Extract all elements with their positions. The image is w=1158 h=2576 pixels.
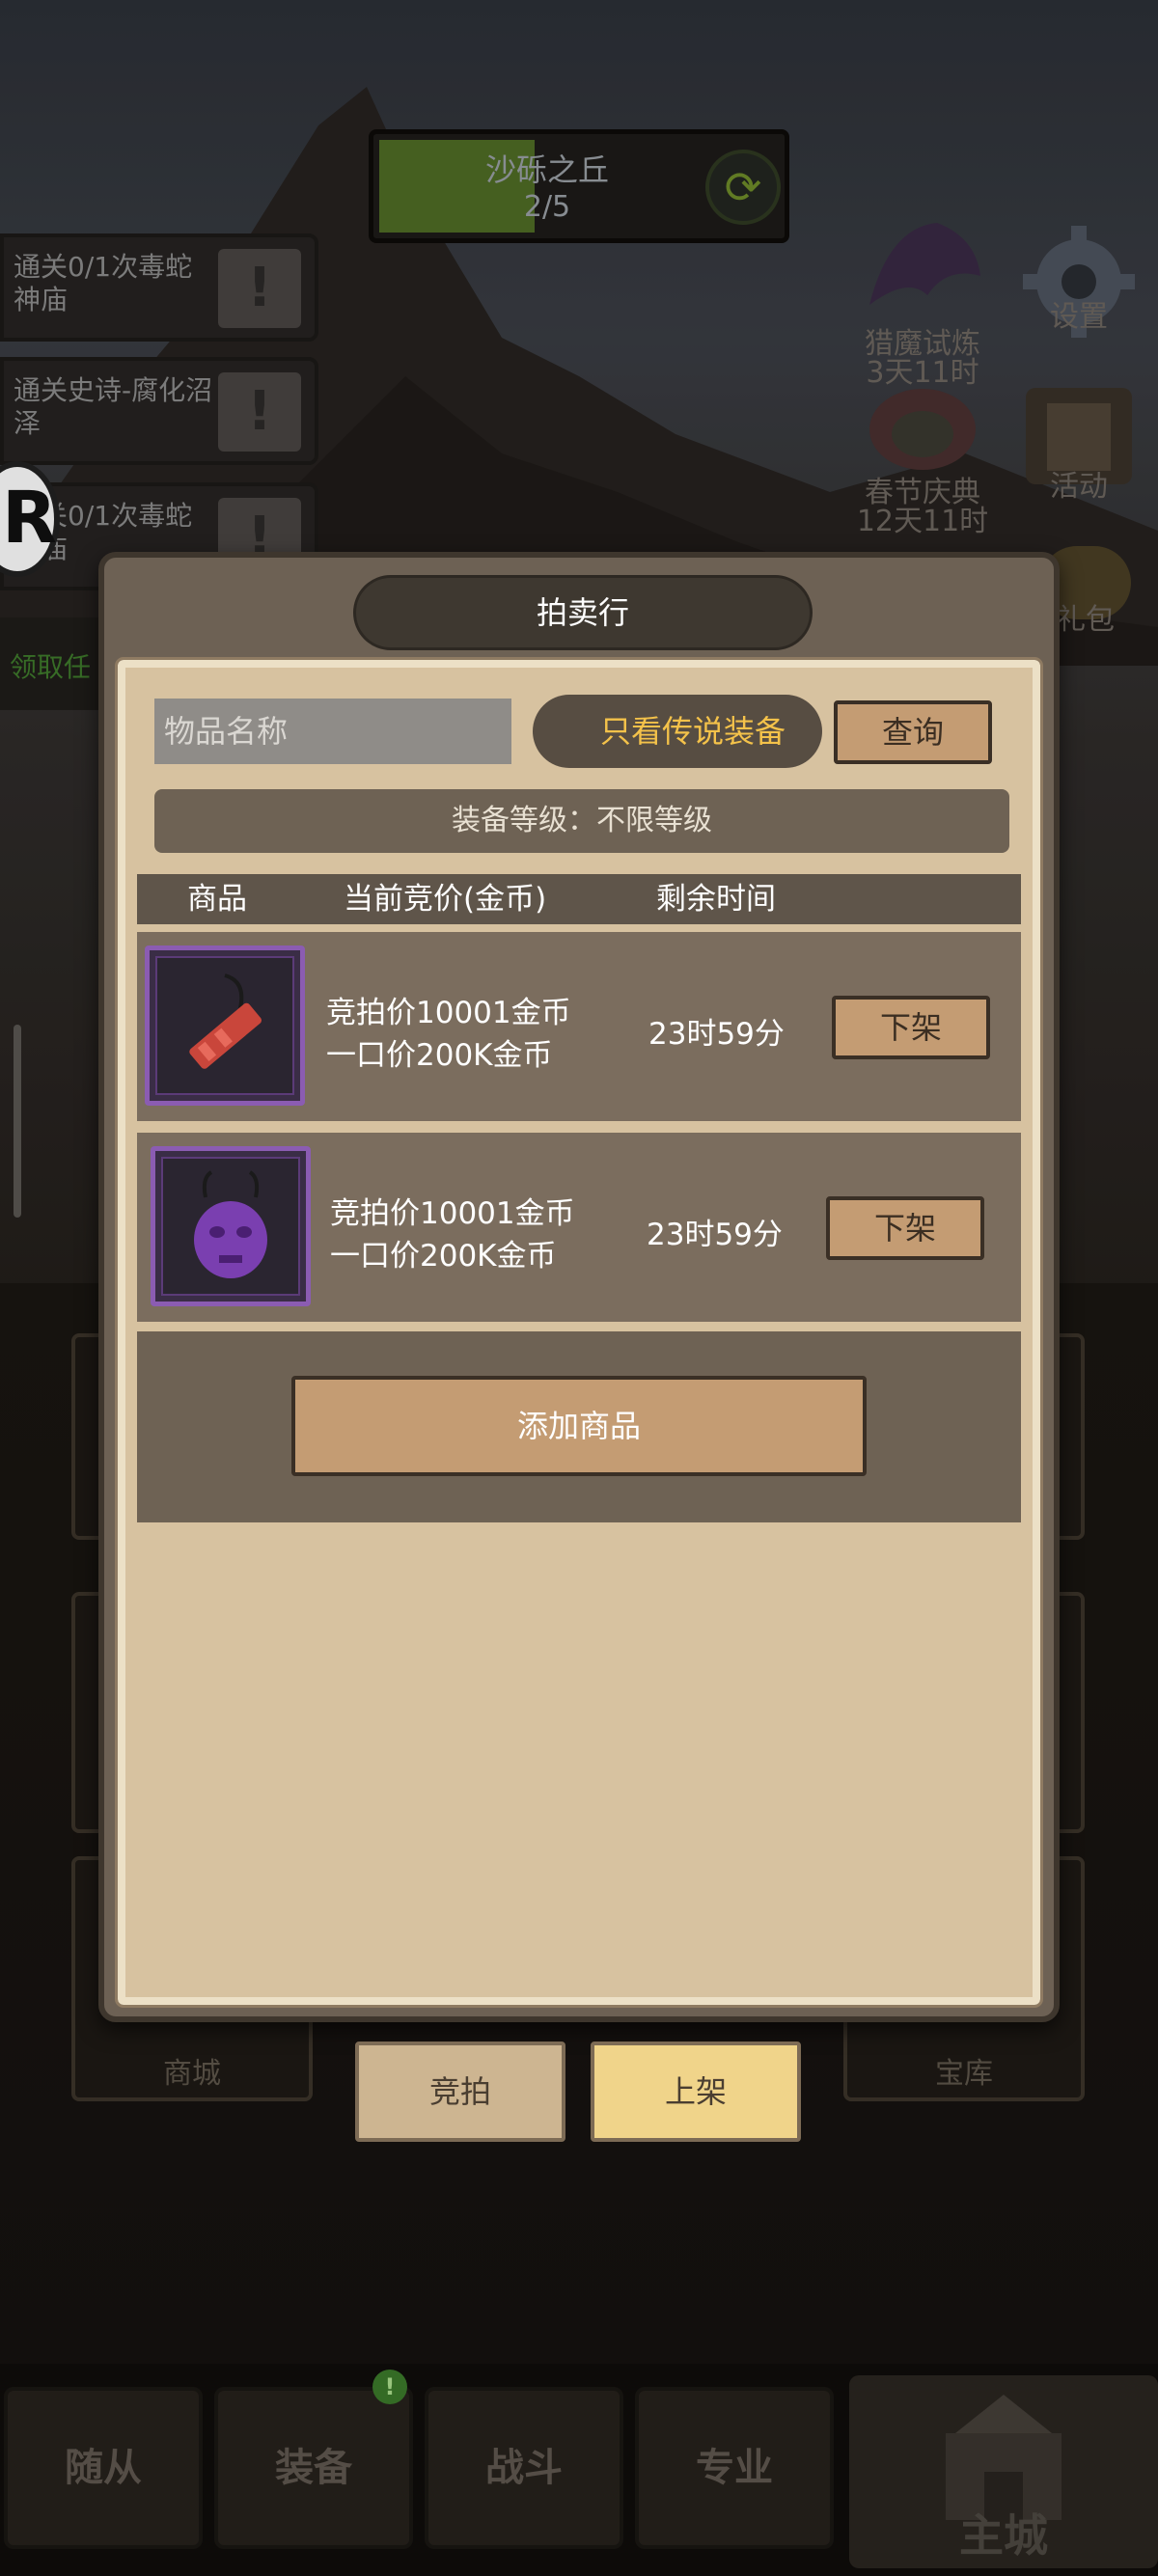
buyout-price: 一口价200K金币 (330, 1239, 557, 1274)
auction-dialog: 拍卖行 只看传说装备 查询 装备等级：不限等级 商品 当前竞价(金币) 剩余时间 (98, 552, 1060, 2022)
item-slot[interactable] (151, 1146, 311, 1306)
header-item: 商品 (187, 882, 247, 917)
equipment-level-filter[interactable]: 装备等级：不限等级 (154, 789, 1009, 853)
delist-button[interactable]: 下架 (826, 1196, 984, 1260)
purple-mask-icon (194, 1170, 267, 1278)
legendary-only-toggle[interactable]: 只看传说装备 (533, 695, 822, 768)
table-row: 竞拍价10001金币 一口价200K金币 23时59分 下架 (137, 1133, 1021, 1322)
add-item-button[interactable]: 添加商品 (291, 1376, 867, 1476)
dialog-title-bar: 拍卖行 (353, 575, 813, 650)
dialog-title: 拍卖行 (536, 594, 629, 631)
remaining-time: 23时59分 (647, 1218, 783, 1252)
table-row: 竞拍价10001金币 一口价200K金币 23时59分 下架 (137, 932, 1021, 1121)
red-whistle-icon (189, 973, 262, 1069)
item-slot[interactable] (145, 945, 305, 1106)
legendary-only-label: 只看传说装备 (600, 713, 786, 750)
item-slot-inner (161, 1157, 300, 1296)
add-item-area: 添加商品 (137, 1331, 1021, 1522)
dialog-content: 只看传说装备 查询 装备等级：不限等级 商品 当前竞价(金币) 剩余时间 (115, 657, 1043, 2008)
query-button[interactable]: 查询 (834, 700, 992, 764)
bid-price: 竞拍价10001金币 (330, 1196, 575, 1231)
table-header: 商品 当前竞价(金币) 剩余时间 (137, 874, 1021, 924)
remaining-time: 23时59分 (648, 1017, 785, 1052)
tab-listing[interactable]: 上架 (591, 2042, 801, 2142)
header-current-bid: 当前竞价(金币) (344, 882, 547, 917)
item-name-search-input[interactable] (154, 699, 511, 764)
buyout-price: 一口价200K金币 (326, 1038, 553, 1073)
delist-button[interactable]: 下架 (832, 996, 990, 1059)
bid-price: 竞拍价10001金币 (326, 996, 571, 1030)
header-remaining-time: 剩余时间 (656, 882, 776, 917)
item-slot-inner (155, 956, 294, 1095)
tab-bidding[interactable]: 竞拍 (355, 2042, 565, 2142)
